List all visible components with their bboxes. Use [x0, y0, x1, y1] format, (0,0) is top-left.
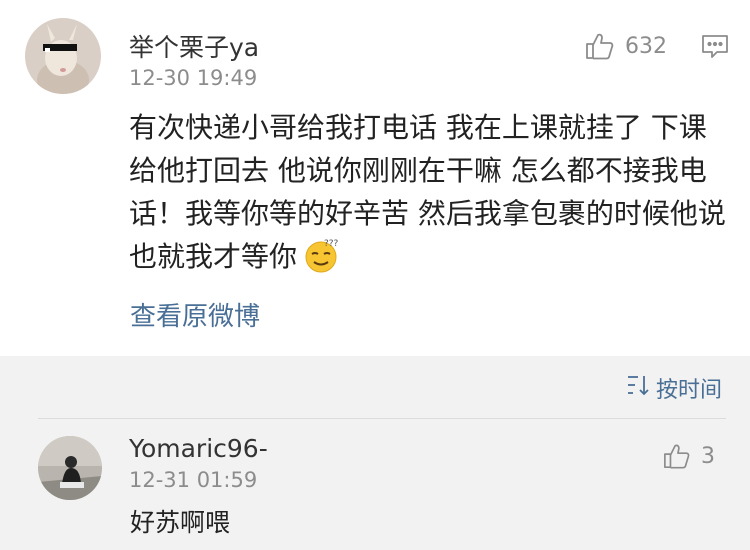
reply-username[interactable]: Yomaric96-	[129, 434, 268, 463]
thinking-emoji: ???	[303, 237, 339, 285]
post-body: 有次快递小哥给我打电话 我在上课就挂了 下课给他打回去 他说你刚刚在干嘛 怎么都…	[129, 106, 729, 285]
post-timestamp: 12-30 19:49	[129, 66, 258, 90]
reply-timestamp: 12-31 01:59	[129, 468, 258, 492]
sort-by-time-button[interactable]: 按时间	[626, 372, 722, 404]
post-body-text: 有次快递小哥给我打电话 我在上课就挂了 下课给他打回去 他说你刚刚在干嘛 怎么都…	[129, 111, 726, 273]
svg-text:???: ???	[324, 239, 339, 249]
post-like-button[interactable]: 632	[585, 31, 667, 61]
avatar[interactable]	[25, 18, 101, 94]
comment-icon[interactable]	[701, 33, 729, 65]
divider	[38, 418, 726, 419]
sort-icon	[626, 374, 656, 402]
post-like-count: 632	[625, 33, 667, 59]
sort-label: 按时间	[655, 378, 722, 403]
thumbs-up-icon	[663, 442, 691, 470]
reply-like-button[interactable]: 3	[663, 442, 715, 470]
view-original-link[interactable]: 查看原微博	[130, 296, 260, 333]
post-card: 举个栗子ya 12-30 19:49 632 有次快递小哥给我打电话 我在上课就…	[0, 0, 750, 356]
reply-text: 好苏啊喂	[130, 508, 231, 537]
reply-like-count: 3	[701, 443, 715, 469]
thumbs-up-icon	[585, 31, 615, 61]
reply-avatar[interactable]	[38, 436, 102, 500]
post-username[interactable]: 举个栗子ya	[129, 28, 259, 64]
